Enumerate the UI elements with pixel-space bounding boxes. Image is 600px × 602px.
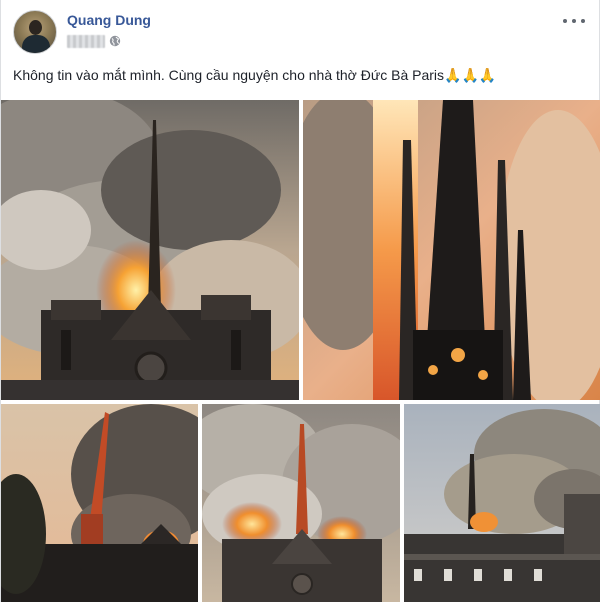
photo-burning-spire-closeup[interactable] — [303, 100, 600, 400]
more-options-icon[interactable] — [563, 14, 585, 28]
post-meta — [67, 34, 121, 48]
pray-emoji: 🙏🙏🙏 — [444, 67, 497, 83]
post-header: Quang Dung — [13, 8, 589, 56]
avatar-body — [22, 35, 50, 53]
photo-cathedral-fire-smoke[interactable] — [1, 100, 299, 400]
avatar-head — [29, 20, 42, 35]
post-text: Không tin vào mắt mình. Cùng cầu nguyện … — [13, 66, 589, 85]
facebook-post: Quang Dung Không tin vào mắt mình. Cùng … — [0, 0, 600, 602]
photo-falling-spire-silhouette[interactable] — [1, 404, 198, 602]
photo-smoke-over-rooftops[interactable] — [404, 404, 600, 602]
globe-icon[interactable] — [109, 35, 121, 47]
author-name[interactable]: Quang Dung — [67, 12, 151, 28]
avatar[interactable] — [13, 10, 57, 54]
photo-spire-flames-front[interactable] — [202, 404, 400, 602]
post-message: Không tin vào mắt mình. Cùng cầu nguyện … — [13, 67, 445, 83]
timestamp-blurred[interactable] — [67, 34, 105, 48]
